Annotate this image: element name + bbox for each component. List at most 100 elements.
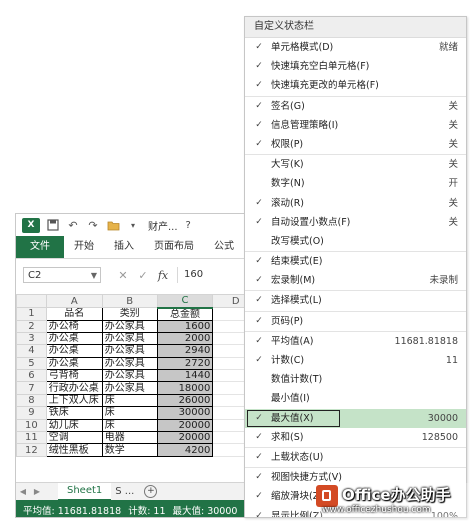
formula-input[interactable]: 160 — [177, 267, 203, 283]
cell-b[interactable]: 办公家具 — [101, 356, 158, 371]
sheet-tab-sheet1[interactable]: Sheet1 — [58, 482, 112, 501]
help-icon[interactable]: ? — [186, 220, 191, 231]
cell-c[interactable]: 20000 — [156, 430, 214, 445]
menu-item[interactable]: 改写模式(O) — [245, 232, 466, 253]
row-header[interactable]: 2 — [16, 319, 47, 333]
cell-c[interactable]: 2940 — [156, 344, 214, 358]
row-header[interactable]: 4 — [16, 344, 47, 358]
cell-c[interactable]: 1440 — [156, 369, 214, 383]
menu-item[interactable]: ✓ 自动设置小数点(F) 关 — [245, 213, 466, 232]
more-commands-icon[interactable]: ▾ — [126, 218, 140, 232]
tab-home[interactable]: 开始 — [64, 236, 104, 258]
column-header-c[interactable]: C — [156, 294, 214, 309]
menu-item[interactable]: ✓ 滚动(R) 关 — [245, 194, 466, 213]
cell-b[interactable]: 床 — [101, 406, 158, 420]
cell-b[interactable]: 数学 — [101, 443, 158, 457]
tab-insert[interactable]: 插入 — [104, 236, 144, 258]
checkmark-icon: ✓ — [255, 61, 263, 72]
cell-b[interactable]: 办公家具 — [101, 344, 158, 358]
menu-item[interactable]: ✓ 快速填充更改的单元格(F) — [245, 76, 466, 97]
menu-item[interactable]: ✓ 结束模式(E) — [245, 252, 466, 271]
cell-b[interactable]: 办公家具 — [101, 369, 158, 383]
cell-c[interactable]: 20000 — [156, 418, 214, 433]
cell-b[interactable]: 床 — [101, 418, 158, 433]
cell-a[interactable]: 弓背椅 — [45, 369, 103, 383]
cell-a[interactable]: 上下双人床 — [45, 393, 103, 408]
enter-icon[interactable]: ✓ — [133, 269, 153, 282]
cell-c[interactable]: 4200 — [156, 443, 214, 457]
row-header[interactable]: 3 — [16, 331, 47, 346]
tab-page-layout[interactable]: 页面布局 — [144, 236, 204, 258]
cell-a[interactable]: 办公桌 — [45, 356, 103, 371]
cell-a[interactable]: 绒性黑板 — [45, 443, 103, 457]
cell-a[interactable]: 铁床 — [45, 406, 103, 420]
cell-b[interactable]: 床 — [101, 393, 158, 408]
menu-item[interactable]: 最小值(I) — [245, 389, 466, 408]
cell-c[interactable]: 1600 — [156, 319, 214, 333]
table-row: 12 绒性黑板 数学 4200 — [16, 443, 259, 457]
menu-item[interactable]: 数值计数(T) — [245, 370, 466, 389]
cell-a[interactable]: 行政办公桌 — [45, 381, 103, 395]
column-header-b[interactable]: B — [101, 294, 158, 308]
cell-a[interactable]: 办公椅 — [45, 319, 103, 333]
cell-c[interactable]: 18000 — [156, 381, 214, 395]
menu-item[interactable]: ✓ 信息管理策略(I) 关 — [245, 116, 466, 135]
cell-c[interactable]: 30000 — [156, 406, 214, 420]
menu-item[interactable]: ✓ 权限(P) 关 — [245, 135, 466, 156]
menu-item[interactable]: ✓ 上载状态(U) — [245, 448, 466, 469]
row-header[interactable]: 1 — [16, 307, 47, 321]
row-header[interactable]: 11 — [16, 430, 47, 445]
cell-c[interactable]: 2000 — [156, 331, 214, 346]
sheet-tab-other[interactable]: S ... — [115, 486, 134, 497]
insert-function-icon[interactable]: fx — [153, 269, 173, 282]
row-header[interactable]: 12 — [16, 443, 47, 457]
menu-item[interactable]: ✓ 求和(S) 128500 — [245, 428, 466, 448]
cell-c[interactable]: 26000 — [156, 393, 214, 408]
undo-icon[interactable]: ↶ — [66, 218, 80, 232]
menu-item-label: 大写(K) — [271, 159, 304, 171]
row-header[interactable]: 7 — [16, 381, 47, 395]
cell-b[interactable]: 类别 — [101, 307, 158, 321]
menu-item[interactable]: ✓ 宏录制(M) 未录制 — [245, 271, 466, 292]
cell-b[interactable]: 电器 — [101, 430, 158, 445]
cell-c[interactable]: 2720 — [156, 356, 214, 371]
status-bar[interactable]: 平均值: 11681.81818 计数: 11 最大值: 30000 — [16, 500, 259, 517]
menu-item[interactable]: ✓ 快速填充空白单元格(F) — [245, 57, 466, 76]
cancel-icon[interactable]: ✕ — [113, 269, 133, 282]
menu-item[interactable]: ✓ 单元格模式(D) 就绪 — [245, 38, 466, 57]
cell-a[interactable]: 幼儿床 — [45, 418, 103, 433]
tab-file[interactable]: 文件 — [16, 236, 64, 258]
row-header[interactable]: 8 — [16, 393, 47, 408]
tab-formulas[interactable]: 公式 — [204, 236, 244, 258]
menu-item[interactable]: 大写(K) 关 — [245, 155, 466, 174]
cell-c[interactable]: 总金额 — [156, 307, 214, 321]
menu-item[interactable]: ✓ 选择模式(L) — [245, 291, 466, 312]
add-sheet-icon[interactable]: + — [144, 485, 158, 498]
name-box[interactable]: C2 ▼ — [23, 267, 101, 283]
open-folder-icon[interactable] — [106, 218, 120, 232]
row-header[interactable]: 5 — [16, 356, 47, 371]
cell-b[interactable]: 办公家具 — [101, 319, 158, 333]
cell-a[interactable]: 空调 — [45, 430, 103, 445]
cell-b[interactable]: 办公家具 — [101, 331, 158, 346]
chevron-down-icon[interactable]: ▼ — [91, 268, 97, 284]
column-header-a[interactable]: A — [45, 294, 103, 308]
menu-item[interactable]: 数字(N) 开 — [245, 174, 466, 193]
menu-item[interactable]: ✓ 签名(G) 关 — [245, 97, 466, 116]
redo-icon[interactable]: ↷ — [86, 218, 100, 232]
cell-a[interactable]: 办公桌 — [45, 344, 103, 358]
menu-item[interactable]: ✓ 页码(P) — [245, 312, 466, 332]
cell-a[interactable]: 品名 — [45, 307, 103, 321]
row-header[interactable]: 9 — [16, 406, 47, 420]
cell-a[interactable]: 办公桌 — [45, 331, 103, 346]
save-icon[interactable] — [46, 218, 60, 232]
menu-item[interactable]: ✓ 平均值(A) 11681.81818 — [245, 332, 466, 351]
sheet-prev-icon[interactable]: ◀ — [16, 487, 30, 496]
menu-item[interactable]: ✓ 计数(C) 11 — [245, 351, 466, 370]
select-all-corner[interactable] — [16, 294, 47, 308]
menu-item[interactable]: ✓ 最大值(X) 30000 — [245, 408, 466, 428]
row-header[interactable]: 6 — [16, 369, 47, 383]
cell-b[interactable]: 办公家具 — [101, 381, 158, 395]
row-header[interactable]: 10 — [16, 418, 47, 433]
sheet-next-icon[interactable]: ▶ — [30, 487, 44, 496]
